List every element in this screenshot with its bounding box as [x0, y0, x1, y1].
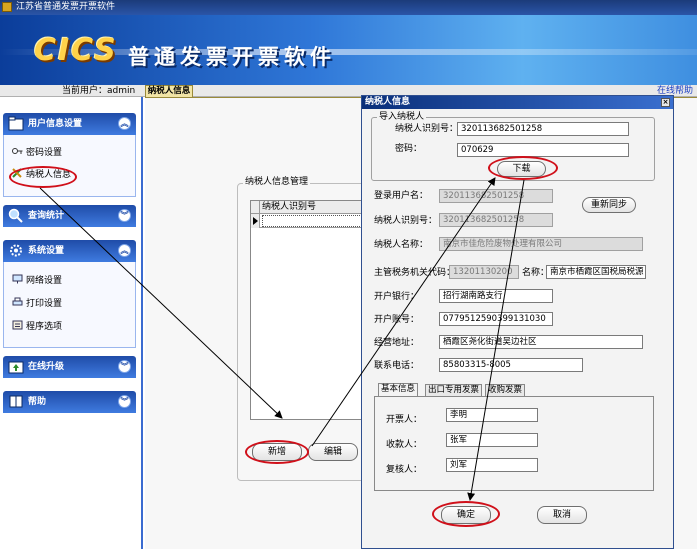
sidebar-section-body: 网络设置 打印设置 程序选项: [3, 262, 136, 348]
expand-down-icon[interactable]: ︾: [118, 360, 131, 373]
sidebar-item-print[interactable]: 打印设置: [12, 297, 62, 311]
collapse-up-icon[interactable]: ︽: [118, 117, 131, 130]
tax-office-code-input[interactable]: 13201130200: [449, 265, 519, 279]
ok-button[interactable]: 确定: [441, 506, 491, 524]
sidebar-section-system-settings[interactable]: 系统设置 ︽: [3, 240, 136, 262]
payee-label: 收款人：: [386, 440, 423, 450]
sidebar-section-label: 系统设置: [28, 246, 65, 256]
sidebar-item-label: 程序选项: [26, 322, 63, 332]
sidebar-section-label: 用户信息设置: [28, 119, 83, 129]
sidebar-item-label: 网络设置: [26, 276, 63, 286]
grid-header: 纳税人识别号: [251, 201, 365, 214]
book-icon: [9, 395, 23, 408]
grid-cell[interactable]: [262, 215, 362, 227]
sidebar-section-body: 密码设置 纳税人信息: [3, 135, 136, 197]
taxpayer-id-input[interactable]: 320113682501258: [439, 213, 553, 227]
address-label: 经营地址：: [374, 338, 420, 348]
window-title: 江苏省普通发票开票软件: [16, 2, 116, 12]
sidebar-section-label: 帮助: [28, 397, 47, 407]
tax-office-code-label: 主管税务机关代码：: [374, 268, 456, 278]
table-row[interactable]: [251, 214, 365, 228]
dialog-title-text: 纳税人信息: [365, 97, 411, 107]
taxpayer-id-label: 纳税人识别号：: [374, 216, 438, 226]
printer-icon: [12, 297, 23, 306]
sidebar-section-label: 查询统计: [28, 211, 65, 221]
phone-label: 联系电话：: [374, 361, 420, 371]
login-user-label: 登录用户名：: [374, 191, 429, 201]
settings-icon: [10, 244, 22, 257]
current-row-arrow-icon: [253, 217, 258, 225]
import-password-input[interactable]: 070629: [457, 143, 629, 157]
grid-row-header: [251, 201, 260, 214]
current-user: 当前用户：admin: [62, 86, 136, 96]
expand-down-icon[interactable]: ︾: [118, 395, 131, 408]
sidebar-item-taxpayer-info[interactable]: 纳税人信息: [12, 168, 71, 182]
download-button[interactable]: 下载: [497, 161, 546, 177]
magnifier-icon: [8, 208, 23, 223]
sidebar-section-help[interactable]: 帮助 ︾: [3, 391, 136, 413]
sidebar-item-network[interactable]: 网络设置: [12, 274, 62, 288]
app-banner: CICS 普通发票开票软件: [0, 15, 697, 85]
upgrade-folder-icon: [8, 361, 24, 374]
sidebar: 用户信息设置 ︽ 密码设置 纳税人信息 查询统计 ︾ 系统设置 ︽ 网络设置 打…: [0, 97, 143, 549]
import-password-label: 密码：: [395, 144, 423, 154]
phone-input[interactable]: 85803315-8005: [439, 358, 583, 372]
tab-purchase-invoice[interactable]: 收购发票: [485, 384, 526, 396]
tax-office-name-label: 名称：: [522, 268, 550, 278]
sidebar-section-query-stats[interactable]: 查询统计 ︾: [3, 205, 136, 227]
add-button[interactable]: 新增: [252, 443, 302, 461]
sidebar-item-password[interactable]: 密码设置: [12, 146, 62, 160]
collapse-up-icon[interactable]: ︽: [118, 244, 131, 257]
sidebar-item-program-options[interactable]: 程序选项: [12, 320, 62, 334]
network-icon: [12, 274, 23, 284]
taxpayer-name-input[interactable]: 南京市佳危险废物处理有限公司: [439, 237, 643, 251]
banner-title: 普通发票开票软件: [128, 45, 336, 69]
resync-button[interactable]: 重新同步: [582, 197, 636, 213]
edit-button[interactable]: 编辑: [308, 443, 358, 461]
sidebar-section-user-settings[interactable]: 用户信息设置 ︽: [3, 113, 136, 135]
tax-office-name-input[interactable]: 南京市栖霞区国税局税源: [546, 265, 646, 279]
grid-row-header: [251, 214, 260, 228]
account-label: 开户账号：: [374, 315, 420, 325]
tab-basic-info[interactable]: 基本信息: [378, 383, 419, 396]
close-icon[interactable]: ×: [661, 98, 670, 107]
sidebar-item-label: 打印设置: [26, 299, 63, 309]
taxpayer-grid[interactable]: 纳税人识别号: [250, 200, 365, 420]
taxpayer-manager-title: 纳税人信息管理: [243, 177, 311, 188]
sidebar-item-label: 纳税人信息: [26, 170, 72, 180]
window-titlebar: 江苏省普通发票开票软件: [0, 0, 697, 15]
cancel-button[interactable]: 取消: [537, 506, 587, 524]
reviewer-label: 复核人：: [386, 465, 423, 475]
sidebar-section-label: 在线升级: [28, 362, 65, 372]
grid-column-taxpayer-id[interactable]: 纳税人识别号: [262, 202, 316, 213]
folder-icon: [8, 116, 24, 131]
import-group-legend: 导入纳税人: [377, 112, 427, 122]
import-taxpayer-id-label: 纳税人识别号：: [395, 124, 459, 134]
expand-down-icon[interactable]: ︾: [118, 209, 131, 222]
taxpayer-name-label: 纳税人名称：: [374, 240, 429, 250]
app-logo: CICS: [34, 33, 118, 68]
tab-export-invoice[interactable]: 出口专用发票: [425, 384, 483, 396]
key-icon: [12, 148, 23, 154]
login-user-input[interactable]: 320113682501258: [439, 189, 553, 203]
tools-icon: [12, 168, 22, 178]
dialog-title: 纳税人信息: [362, 96, 673, 109]
bank-input[interactable]: 招行湖南路支行: [439, 289, 553, 303]
options-icon: [12, 320, 23, 330]
bank-label: 开户银行：: [374, 292, 420, 302]
address-input[interactable]: 栖霞区尧化街道吴边社区: [439, 335, 643, 349]
sidebar-section-online-upgrade[interactable]: 在线升级 ︾: [3, 356, 136, 378]
account-input[interactable]: 0779512590399131030: [439, 312, 553, 326]
import-taxpayer-id-input[interactable]: 320113682501258: [457, 122, 629, 136]
sidebar-item-label: 密码设置: [26, 148, 63, 158]
drawer-label: 开票人：: [386, 415, 423, 425]
app-icon: [2, 2, 12, 12]
payee-input[interactable]: 张军: [446, 433, 538, 447]
reviewer-input[interactable]: 刘军: [446, 458, 538, 472]
drawer-input[interactable]: 李明: [446, 408, 538, 422]
